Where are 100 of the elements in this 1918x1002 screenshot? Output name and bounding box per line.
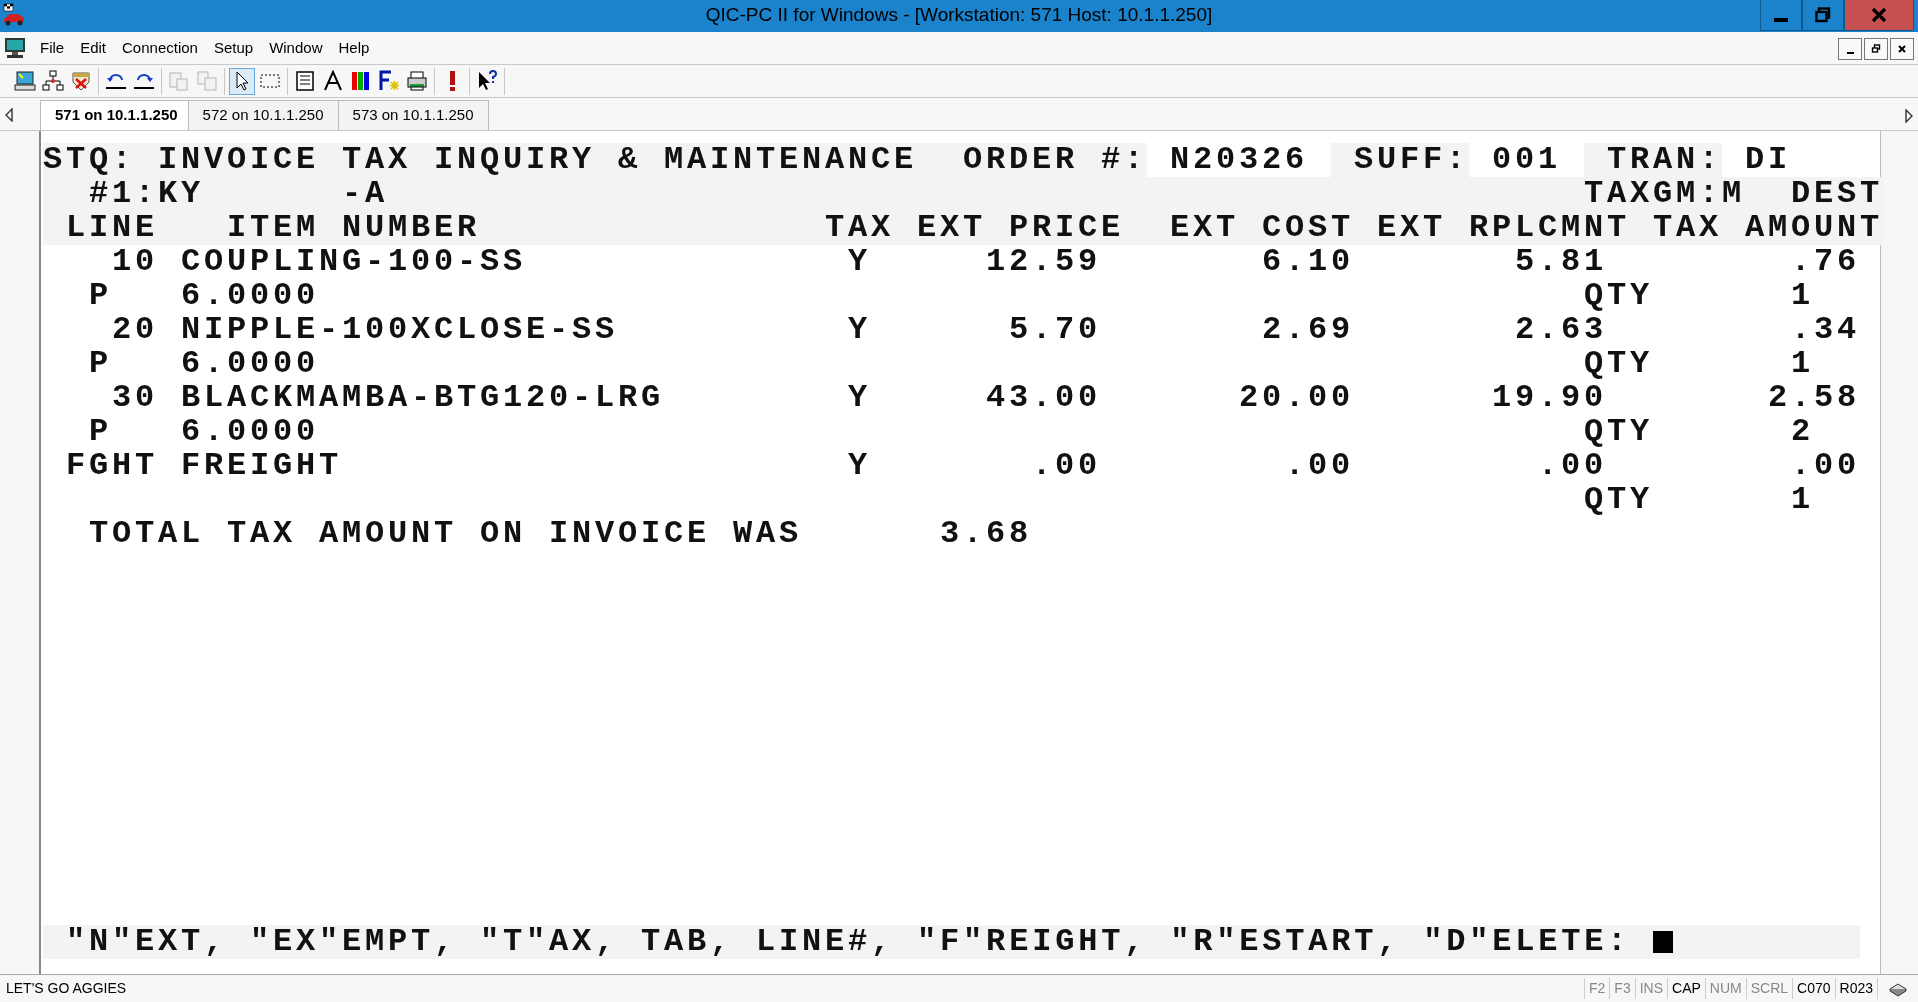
document-icon	[294, 70, 316, 92]
ext-replacement: 19.90	[1492, 381, 1607, 415]
value-field[interactable]: N20326	[1147, 143, 1331, 177]
line-number: FGHT	[66, 449, 158, 483]
quantity: 1	[1791, 483, 1814, 517]
item-number: COUPLING-100-SS	[181, 245, 526, 279]
line-number: 20	[112, 313, 158, 347]
restore-icon	[1815, 7, 1831, 23]
network-icon	[42, 70, 64, 92]
item-number: BLACKMAMBA-BTG120-LRG	[181, 381, 664, 415]
right-arrow-icon	[1904, 109, 1914, 123]
function-key-icon	[378, 70, 400, 92]
key-indicator: F3	[1609, 977, 1635, 999]
key-indicator: SCRL	[1745, 977, 1793, 999]
ext-replacement: .00	[1538, 449, 1607, 483]
value-field[interactable]: 001	[1469, 143, 1584, 177]
screen-icon	[14, 70, 36, 92]
quantity-label: QTY	[1584, 279, 1653, 313]
child-restore-button[interactable]	[1864, 38, 1888, 60]
left-arrow-icon	[4, 108, 14, 122]
monitor-icon[interactable]	[4, 37, 26, 59]
child-minimize-button[interactable]	[1838, 38, 1862, 60]
ext-replacement: 2.63	[1515, 313, 1607, 347]
tax-group-label: TAXGM:M	[1584, 177, 1745, 211]
total-value: 3.68	[940, 517, 1032, 551]
copy-icon	[168, 70, 190, 92]
suffix-code: -A	[342, 177, 388, 211]
cursor-column: C070	[1792, 977, 1835, 999]
quantity-label: QTY	[1584, 483, 1653, 517]
quantity: 2	[1791, 415, 1814, 449]
help-pointer-icon	[476, 70, 498, 92]
ext-cost: 20.00	[1239, 381, 1354, 415]
price-type: P	[89, 415, 112, 449]
paste-icon	[196, 70, 218, 92]
menu-item[interactable]: Window	[261, 36, 331, 60]
line-number: 30	[112, 381, 158, 415]
line-number: 10	[112, 245, 158, 279]
printer-icon	[406, 70, 428, 92]
tax-amount: .34	[1791, 313, 1860, 347]
column-header: EXT PRICE	[917, 211, 1124, 245]
tax-rate: 6.0000	[181, 347, 319, 381]
tab[interactable]: 573 on 10.1.1.250	[337, 100, 489, 130]
race-car-icon	[2, 3, 26, 27]
menu-item[interactable]: Help	[330, 36, 378, 60]
field-label: SUFF:	[1354, 143, 1469, 177]
key-indicator: CAP	[1667, 977, 1705, 999]
ext-replacement: 5.81	[1515, 245, 1607, 279]
key-indicator: INS	[1634, 977, 1667, 999]
ext-price: .00	[1032, 449, 1101, 483]
screen-title: INVOICE TAX INQUIRY & MAINTENANCE	[158, 143, 917, 177]
column-header: TAX	[825, 211, 894, 245]
price-type: P	[89, 347, 112, 381]
menu-item[interactable]: Connection	[114, 36, 206, 60]
key-indicator: NUM	[1704, 977, 1746, 999]
tab[interactable]: 572 on 10.1.1.250	[187, 100, 339, 130]
tax-flag-text: Y	[848, 449, 871, 483]
column-header: TAX AMOUNT	[1653, 211, 1883, 245]
quantity-label: QTY	[1584, 347, 1653, 381]
ext-cost: 6.10	[1262, 245, 1354, 279]
color-bars-icon	[350, 70, 372, 92]
state-code: #1:KY	[89, 177, 204, 211]
field-label: ORDER #:	[963, 143, 1147, 177]
quantity: 1	[1791, 279, 1814, 313]
value-field[interactable]: DI	[1722, 143, 1860, 177]
close-icon	[1870, 7, 1888, 23]
close-icon	[1897, 44, 1907, 54]
ext-cost: 2.69	[1262, 313, 1354, 347]
menu-item[interactable]: File	[32, 36, 73, 60]
quantity: 1	[1791, 347, 1814, 381]
program-code: STQ:	[43, 143, 135, 177]
tax-amount: .76	[1791, 245, 1860, 279]
minimize-button[interactable]	[1760, 0, 1802, 31]
command-prompt: "N"EXT, "EX"EMPT, "T"AX, TAB, LINE#, "F"REIGHT, "R"ESTART, "D"ELETE:	[66, 925, 1630, 959]
child-close-button[interactable]	[1890, 38, 1914, 60]
menu-item[interactable]: Edit	[72, 36, 115, 60]
close-button[interactable]	[1844, 0, 1914, 31]
menu-item[interactable]: Setup	[205, 36, 262, 60]
tax-rate: 6.0000	[181, 279, 319, 313]
item-number: FREIGHT	[181, 449, 342, 483]
tax-flag-text: Y	[848, 313, 871, 347]
font-icon	[322, 70, 344, 92]
exclamation-icon	[449, 71, 455, 91]
ext-price: 5.70	[1009, 313, 1101, 347]
restore-button[interactable]	[1802, 0, 1844, 31]
disconnect-icon	[70, 70, 92, 92]
text-cursor	[1653, 931, 1673, 953]
cursor-row: R023	[1834, 977, 1877, 999]
tax-rate: 6.0000	[181, 415, 319, 449]
ext-cost: .00	[1285, 449, 1354, 483]
column-header: ITEM NUMBER	[227, 211, 480, 245]
window-title: QIC-PC II for Windows - [Workstation: 571 Host: 10.1.1.250]	[705, 4, 1213, 26]
minimize-icon	[1846, 52, 1854, 54]
ext-price: 12.59	[986, 245, 1101, 279]
field-label: TRAN:	[1607, 143, 1722, 177]
quantity-label: QTY	[1584, 415, 1653, 449]
minimize-icon	[1774, 18, 1788, 22]
status-message: LET'S GO AGGIES	[5, 978, 128, 998]
column-header: EXT COST	[1170, 211, 1354, 245]
pointer-tool-button[interactable]	[229, 67, 255, 95]
tab[interactable]: 571 on 10.1.1.250	[40, 100, 189, 130]
